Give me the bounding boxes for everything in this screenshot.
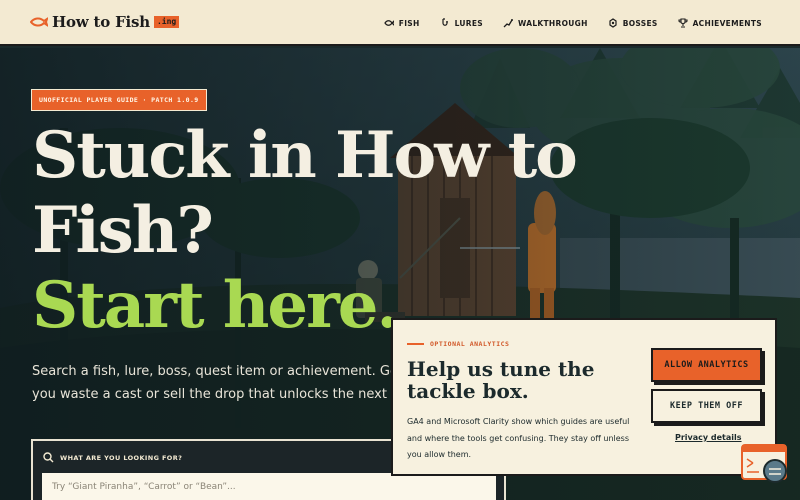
privacy-settings-widget-icon[interactable] xyxy=(741,444,789,486)
search-label: WHAT ARE YOU LOOKING FOR? xyxy=(43,452,182,463)
consent-eyebrow-text: OPTIONAL ANALYTICS xyxy=(430,340,510,348)
privacy-details-link[interactable]: Privacy details xyxy=(675,433,742,442)
hero-title: Stuck in How to Fish? Start here. xyxy=(32,118,578,343)
logo-tld-badge: .ing xyxy=(153,16,180,28)
consent-body: GA4 and Microsoft Clarity show which gui… xyxy=(407,417,630,459)
main-nav: FISH LURES WALKTHROUGH BOSSES ACHIEVEMEN… xyxy=(384,0,762,46)
lure-icon xyxy=(441,18,448,26)
eyebrow-rule xyxy=(407,343,424,345)
boss-icon xyxy=(609,18,617,28)
nav-lures-label: LURES xyxy=(454,18,483,28)
nav-fish[interactable]: FISH xyxy=(384,18,420,28)
allow-analytics-button[interactable]: ALLOW ANALYTICS xyxy=(651,348,762,382)
consent-eyebrow: OPTIONAL ANALYTICS xyxy=(407,340,509,348)
fish-icon xyxy=(384,20,394,26)
nav-achievements-label: ACHIEVEMENTS xyxy=(692,18,762,28)
nav-fish-label: FISH xyxy=(398,18,420,28)
nav-lures[interactable]: LURES xyxy=(440,18,483,28)
logo-text: How to Fish xyxy=(52,13,150,31)
path-icon xyxy=(503,19,513,28)
nav-walkthrough-label: WALKTHROUGH xyxy=(517,18,588,28)
site-logo[interactable]: How to Fish .ing xyxy=(30,13,180,31)
fish-logo-icon xyxy=(30,17,48,27)
site-header: How to Fish .ing FISH LURES WALKTHROUGH … xyxy=(0,0,800,46)
search-input[interactable] xyxy=(42,473,496,500)
nav-bosses[interactable]: BOSSES xyxy=(608,18,658,28)
search-label-text: WHAT ARE YOU LOOKING FOR? xyxy=(60,453,183,462)
trophy-icon xyxy=(678,18,688,28)
hero-title-line1: Stuck in How to xyxy=(32,118,578,193)
keep-off-button[interactable]: KEEP THEM OFF xyxy=(651,389,762,423)
nav-achievements[interactable]: ACHIEVEMENTS xyxy=(678,18,762,28)
search-icon xyxy=(43,452,54,463)
nav-bosses-label: BOSSES xyxy=(622,18,658,28)
patch-badge: UNOFFICIAL PLAYER GUIDE · PATCH 1.0.9 xyxy=(31,89,207,111)
analytics-consent-dialog: OPTIONAL ANALYTICS Help us tune the tack… xyxy=(391,318,777,476)
hero-title-line2: Fish? xyxy=(32,193,214,268)
consent-title: Help us tune the tackle box. xyxy=(407,357,595,403)
nav-walkthrough[interactable]: WALKTHROUGH xyxy=(503,18,588,28)
